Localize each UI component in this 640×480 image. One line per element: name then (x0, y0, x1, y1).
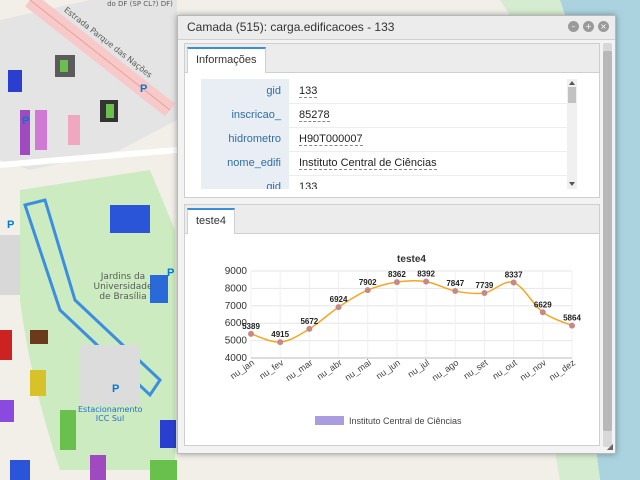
tab-teste4[interactable]: teste4 (187, 208, 235, 234)
data-point (306, 325, 313, 332)
series-line (250, 279, 573, 343)
data-point (481, 289, 488, 296)
data-label: 5864 (563, 314, 581, 323)
parking-icon: P (112, 383, 119, 395)
x-tick-label: nu_abr (315, 357, 344, 381)
legend-label: Instituto Central de Ciências (349, 416, 462, 426)
parking-icon: P (22, 115, 29, 127)
scroll-down-icon[interactable] (569, 182, 575, 186)
y-tick-label: 8000 (225, 283, 248, 294)
attr-value: Instituto Central de Ciências (299, 157, 437, 170)
x-tick-label: nu_mar (284, 357, 315, 383)
data-point (248, 330, 254, 337)
scroll-up-icon[interactable] (569, 81, 575, 85)
table-scroll-thumb[interactable] (568, 87, 576, 103)
data-label: 5389 (242, 322, 260, 331)
y-tick-label: 5000 (225, 336, 248, 347)
attr-value: H90T000007 (299, 133, 363, 146)
map-campus-label: Jardins da Universidade de Brasília (93, 272, 153, 302)
parking-icon: P (7, 219, 14, 231)
data-point (423, 278, 430, 285)
info-tabstrip: Informações (185, 44, 599, 73)
chart-title: teste4 (397, 254, 426, 265)
attr-key: gid (201, 175, 289, 189)
feature-info-dialog[interactable]: Camada (515): carga.edificacoes - 133 – … (177, 15, 616, 454)
dialog-scrollbar[interactable] (603, 43, 612, 447)
table-row: hidrometro H90T000007 (201, 127, 577, 152)
attr-value: 133 (299, 175, 318, 189)
dialog-title: Camada (515): carga.edificacoes - 133 (187, 20, 395, 34)
table-row: nome_edifi Instituto Central de Ciências (201, 151, 577, 176)
close-button[interactable]: × (598, 21, 609, 32)
x-tick-label: nu_jul (406, 357, 431, 379)
info-panel: Informações gid 133 inscricao_ 85278 hid… (184, 43, 600, 198)
parking-icon: P (140, 83, 147, 95)
data-point (569, 322, 575, 329)
legend-swatch (315, 416, 344, 425)
tab-informacoes[interactable]: Informações (187, 47, 266, 73)
x-tick-label: nu_fev (257, 357, 285, 381)
table-scrollbar[interactable] (567, 79, 577, 189)
attr-key: nome_edifi (201, 151, 289, 175)
map-lot-label: Estacionamento ICC Sul (78, 405, 143, 423)
data-point (335, 304, 342, 311)
table-row: gid 133 (201, 79, 577, 104)
data-label: 8362 (388, 270, 406, 279)
attribute-table: gid 133 inscricao_ 85278 hidrometro H90T… (201, 79, 577, 189)
parking-icon: P (167, 267, 174, 279)
table-row: gid 133 (201, 175, 577, 189)
attr-key: hidrometro (201, 127, 289, 151)
data-label: 8337 (505, 271, 523, 280)
data-label: 6629 (534, 300, 552, 309)
chart-tabstrip: teste4 (185, 205, 599, 234)
data-label: 4915 (271, 330, 289, 339)
data-point (539, 309, 546, 316)
map-top-label: do DF (SP CL?) DF) (107, 0, 173, 8)
data-point (452, 288, 459, 295)
x-tick-label: nu_dez (547, 357, 577, 382)
data-label: 8392 (417, 270, 435, 279)
x-tick-label: nu_ago (430, 357, 460, 382)
data-point (277, 339, 284, 346)
table-row: inscricao_ 85278 (201, 103, 577, 128)
data-point (510, 279, 517, 286)
attr-key: gid (201, 79, 289, 103)
x-tick-label: nu_jun (374, 357, 402, 381)
maximize-button[interactable]: + (583, 21, 594, 32)
data-label: 7902 (359, 278, 377, 287)
data-label: 7847 (446, 279, 464, 288)
data-point (364, 287, 371, 294)
x-tick-label: nu_out (490, 357, 519, 381)
dialog-titlebar[interactable]: Camada (515): carga.edificacoes - 133 – … (178, 16, 615, 40)
x-tick-label: nu_set (462, 357, 490, 381)
resize-handle-icon[interactable]: ◢ (607, 442, 613, 451)
attr-value: 133 (299, 85, 318, 98)
attr-value: 85278 (299, 109, 330, 122)
y-tick-label: 7000 (225, 301, 248, 312)
y-tick-label: 9000 (225, 266, 248, 277)
data-label: 5672 (300, 317, 318, 326)
x-tick-label: nu_mai (343, 357, 373, 382)
dialog-scroll-thumb[interactable] (603, 51, 612, 431)
attr-key: inscricao_ (201, 103, 289, 127)
minimize-button[interactable]: – (568, 21, 579, 32)
data-point (393, 279, 400, 286)
line-chart: teste4400050006000700080009000nu_jan nu_f… (225, 254, 582, 426)
data-label: 6924 (330, 295, 348, 304)
data-label: 7739 (476, 281, 494, 290)
x-tick-label: nu_nov (518, 357, 548, 382)
